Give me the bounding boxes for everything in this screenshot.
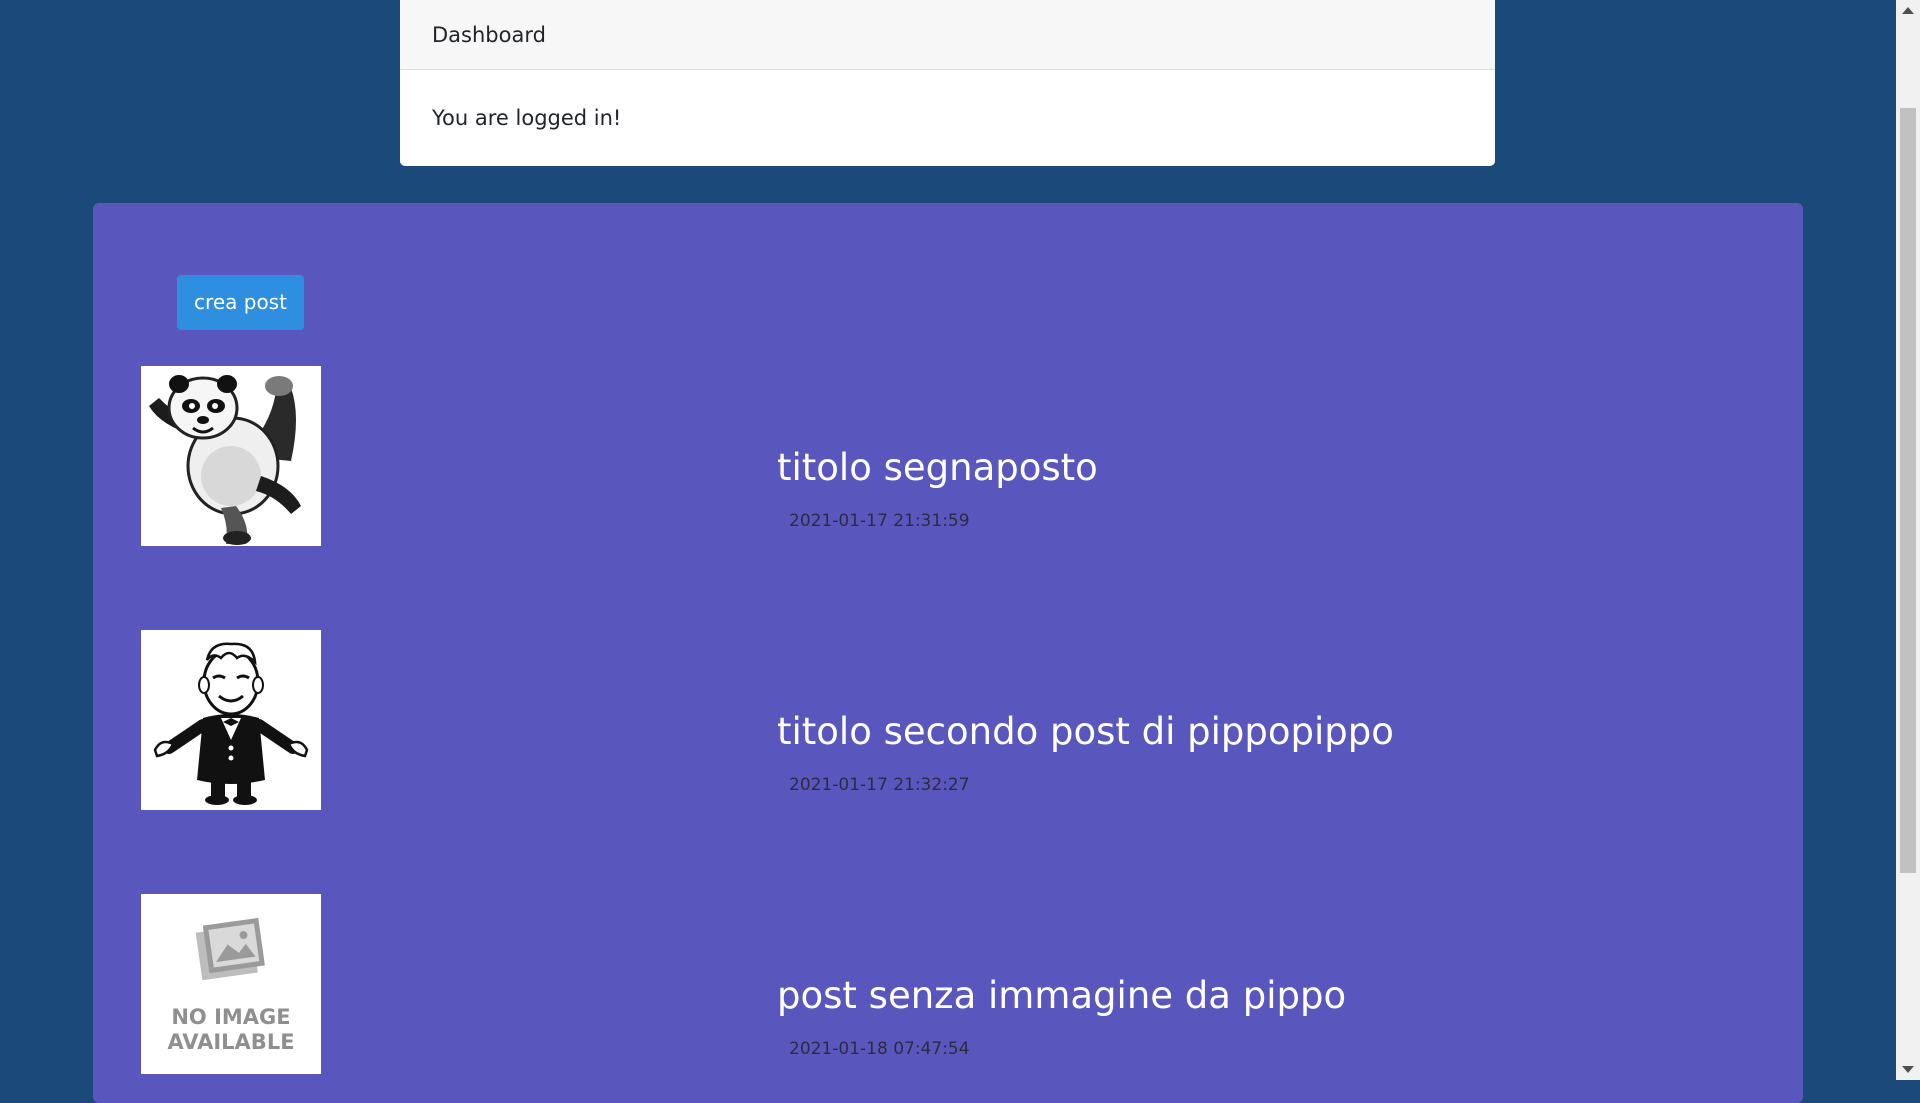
post-title[interactable]: titolo segnaposto [777,446,1098,489]
login-status-message: You are logged in! [432,106,622,130]
dashboard-header: Dashboard [400,0,1495,70]
no-image-text-line1: NO IMAGE [171,1005,290,1029]
post-title[interactable]: post senza immagine da pippo [777,974,1346,1017]
posts-panel: crea post titolo segnaposto 2021-01-17 2… [93,203,1803,1103]
post-thumbnail[interactable]: NO IMAGE AVAILABLE [141,894,321,1074]
panda-image [141,366,321,546]
scroll-up-arrow-icon[interactable] [1902,7,1914,14]
post-date: 2021-01-17 21:31:59 [789,511,970,531]
post-date: 2021-01-17 21:32:27 [789,775,970,795]
dashboard-card: Dashboard You are logged in! [400,0,1495,166]
no-image-placeholder: NO IMAGE AVAILABLE [141,894,321,1074]
post-title[interactable]: titolo secondo post di pippopippo [777,710,1394,753]
vertical-scrollbar[interactable] [1896,0,1920,1080]
post-item[interactable]: titolo segnaposto 2021-01-17 21:31:59 [93,366,1803,546]
post-thumbnail[interactable] [141,366,321,546]
post-thumbnail[interactable] [141,630,321,810]
scrollbar-thumb[interactable] [1900,108,1916,873]
post-item[interactable]: titolo secondo post di pippopippo 2021-0… [93,630,1803,810]
cartoon-man-image [141,630,321,810]
create-post-button[interactable]: crea post [177,275,304,330]
post-date: 2021-01-18 07:47:54 [789,1039,970,1059]
no-image-text-line2: AVAILABLE [167,1030,294,1054]
post-item[interactable]: NO IMAGE AVAILABLE post senza immagine d… [93,894,1803,1074]
scroll-down-arrow-icon[interactable] [1902,1066,1914,1073]
